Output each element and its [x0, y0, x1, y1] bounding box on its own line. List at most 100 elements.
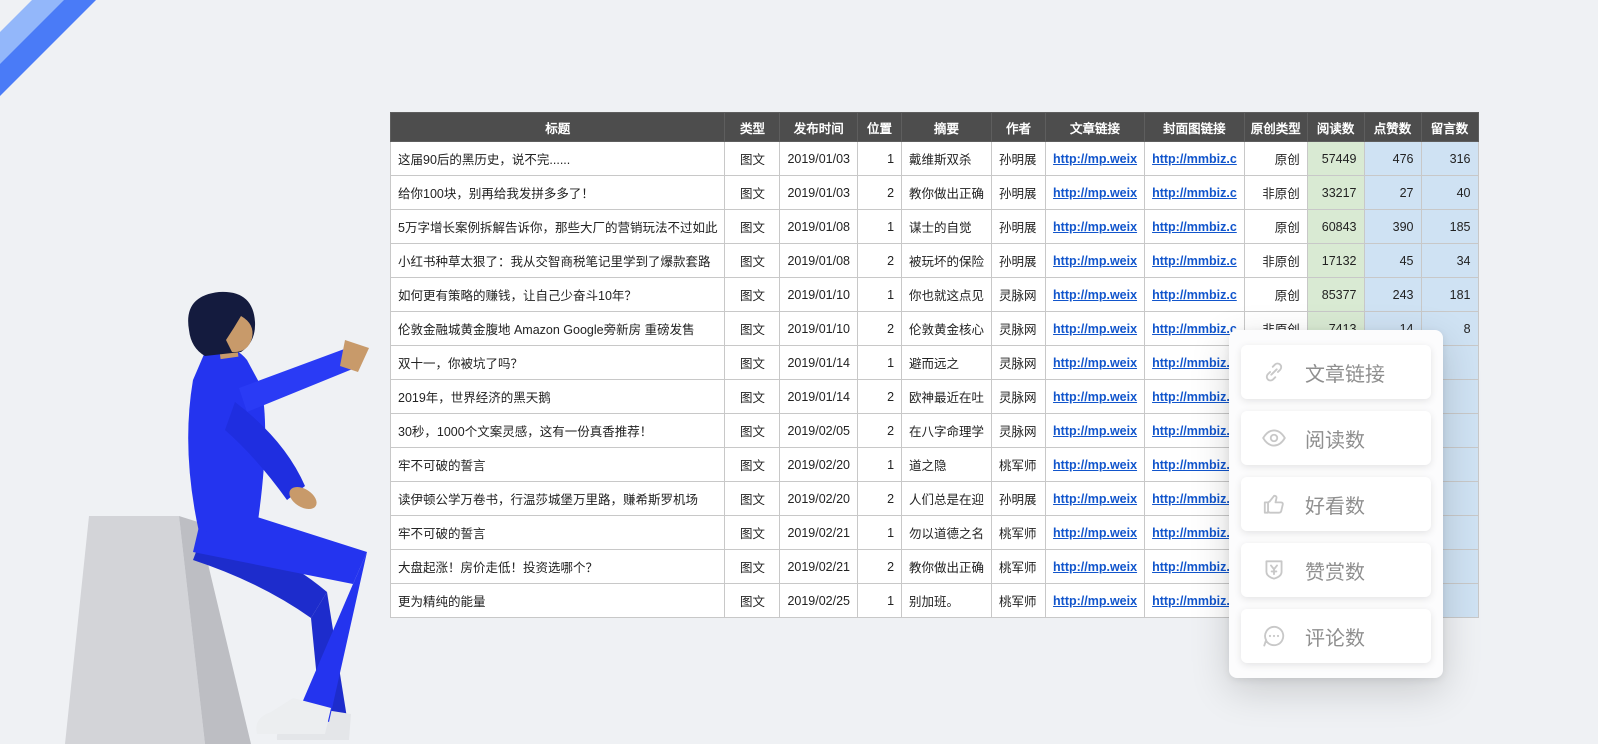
- cell-pos: 1: [858, 584, 902, 618]
- cell-summary: 道之隐: [902, 448, 992, 482]
- column-header-cover: 封面图链接: [1145, 113, 1245, 142]
- cell-pos: 2: [858, 414, 902, 448]
- cell-title: 小红书种草太狠了：我从交智商税笔记里学到了爆款套路: [391, 244, 725, 278]
- cell-link: http://mp.weix: [1046, 516, 1145, 550]
- cover-url-link[interactable]: http://mmbiz.c: [1152, 322, 1237, 336]
- cell-summary: 在八字命理学: [902, 414, 992, 448]
- cover-url-link[interactable]: http://mmbiz.c: [1152, 492, 1237, 506]
- cell-reads: 33217: [1307, 176, 1364, 210]
- article-url-link[interactable]: http://mp.weix: [1053, 560, 1137, 574]
- cell-pos: 1: [858, 448, 902, 482]
- cell-date: 2019/01/10: [780, 312, 858, 346]
- article-url-link[interactable]: http://mp.weix: [1053, 186, 1137, 200]
- cell-author: 孙明展: [992, 176, 1046, 210]
- cell-summary: 被玩坏的保险: [902, 244, 992, 278]
- cell-summary: 人们总是在迎: [902, 482, 992, 516]
- column-header-reads: 阅读数: [1307, 113, 1364, 142]
- cell-pos: 2: [858, 244, 902, 278]
- cover-url-link[interactable]: http://mmbiz.c: [1152, 458, 1237, 472]
- person-illustration: [55, 290, 400, 744]
- popup-item-label: 阅读数: [1305, 424, 1365, 453]
- cell-title: 牢不可破的誓言: [391, 516, 725, 550]
- cell-title: 伦敦金融城黄金腹地 Amazon Google旁新房 重磅发售: [391, 312, 725, 346]
- cover-url-link[interactable]: http://mmbiz.c: [1152, 254, 1237, 268]
- cell-link: http://mp.weix: [1046, 550, 1145, 584]
- cell-cover: http://mmbiz.c: [1145, 176, 1245, 210]
- article-url-link[interactable]: http://mp.weix: [1053, 492, 1137, 506]
- article-url-link[interactable]: http://mp.weix: [1053, 356, 1137, 370]
- cell-link: http://mp.weix: [1046, 210, 1145, 244]
- article-url-link[interactable]: http://mp.weix: [1053, 390, 1137, 404]
- cell-cover: http://mmbiz.c: [1145, 244, 1245, 278]
- cell-link: http://mp.weix: [1046, 176, 1145, 210]
- cell-author: 孙明展: [992, 482, 1046, 516]
- article-url-link[interactable]: http://mp.weix: [1053, 594, 1137, 608]
- table-head: 标题类型发布时间位置摘要作者文章链接封面图链接原创类型阅读数点赞数留言数: [391, 113, 1479, 142]
- cell-summary: 别加班。: [902, 584, 992, 618]
- cell-summary: 欧神最近在吐: [902, 380, 992, 414]
- popup-item-read-count[interactable]: 阅读数: [1241, 411, 1431, 465]
- cover-url-link[interactable]: http://mmbiz.c: [1152, 152, 1237, 166]
- cell-cover: http://mmbiz.c: [1145, 278, 1245, 312]
- cell-type: 图文: [725, 244, 780, 278]
- cell-title: 牢不可破的誓言: [391, 448, 725, 482]
- article-url-link[interactable]: http://mp.weix: [1053, 288, 1137, 302]
- cell-likes: 390: [1364, 210, 1421, 244]
- cell-likes: 476: [1364, 142, 1421, 176]
- cell-pos: 2: [858, 482, 902, 516]
- popup-item-article-link[interactable]: 文章链接: [1241, 345, 1431, 399]
- cell-title: 如何更有策略的赚钱，让自己少奋斗10年？: [391, 278, 725, 312]
- cell-type: 图文: [725, 142, 780, 176]
- article-url-link[interactable]: http://mp.weix: [1053, 152, 1137, 166]
- cell-author: 桃军师: [992, 550, 1046, 584]
- cover-url-link[interactable]: http://mmbiz.c: [1152, 424, 1237, 438]
- cell-author: 灵脉网: [992, 414, 1046, 448]
- cover-url-link[interactable]: http://mmbiz.c: [1152, 288, 1237, 302]
- cell-summary: 避而远之: [902, 346, 992, 380]
- cell-date: 2019/02/20: [780, 482, 858, 516]
- cell-link: http://mp.weix: [1046, 278, 1145, 312]
- article-url-link[interactable]: http://mp.weix: [1053, 254, 1137, 268]
- article-url-link[interactable]: http://mp.weix: [1053, 220, 1137, 234]
- cell-type: 图文: [725, 516, 780, 550]
- header-row: 标题类型发布时间位置摘要作者文章链接封面图链接原创类型阅读数点赞数留言数: [391, 113, 1479, 142]
- eye-icon: [1261, 425, 1287, 451]
- popup-item-like-count[interactable]: 好看数: [1241, 477, 1431, 531]
- table-row: 5万字增长案例拆解告诉你，那些大厂的营销玩法不过如此图文2019/01/081谋…: [391, 210, 1479, 244]
- popup-item-reward-count[interactable]: 赞赏数: [1241, 543, 1431, 597]
- cell-type: 图文: [725, 482, 780, 516]
- cell-date: 2019/01/03: [780, 142, 858, 176]
- cover-url-link[interactable]: http://mmbiz.c: [1152, 220, 1237, 234]
- cover-url-link[interactable]: http://mmbiz.c: [1152, 390, 1237, 404]
- cell-link: http://mp.weix: [1046, 312, 1145, 346]
- cover-url-link[interactable]: http://mmbiz.c: [1152, 560, 1237, 574]
- cell-date: 2019/01/14: [780, 346, 858, 380]
- article-url-link[interactable]: http://mp.weix: [1053, 424, 1137, 438]
- popup-item-label: 赞赏数: [1305, 556, 1365, 585]
- cell-type: 图文: [725, 550, 780, 584]
- cell-type: 图文: [725, 584, 780, 618]
- column-header-date: 发布时间: [780, 113, 858, 142]
- cell-title: 5万字增长案例拆解告诉你，那些大厂的营销玩法不过如此: [391, 210, 725, 244]
- cell-title: 读伊顿公学万卷书，行温莎城堡万里路，赚希斯罗机场: [391, 482, 725, 516]
- thumb-up-icon: [1261, 491, 1287, 517]
- cover-url-link[interactable]: http://mmbiz.c: [1152, 186, 1237, 200]
- cell-link: http://mp.weix: [1046, 414, 1145, 448]
- cell-date: 2019/01/08: [780, 244, 858, 278]
- popup-item-comment-count[interactable]: 评论数: [1241, 609, 1431, 663]
- cell-title: 双十一，你被坑了吗？: [391, 346, 725, 380]
- column-header-author: 作者: [992, 113, 1046, 142]
- cell-link: http://mp.weix: [1046, 448, 1145, 482]
- cover-url-link[interactable]: http://mmbiz.c: [1152, 356, 1237, 370]
- cell-summary: 你也就这点见: [902, 278, 992, 312]
- column-header-summary: 摘要: [902, 113, 992, 142]
- article-url-link[interactable]: http://mp.weix: [1053, 526, 1137, 540]
- article-url-link[interactable]: http://mp.weix: [1053, 322, 1137, 336]
- cell-date: 2019/01/08: [780, 210, 858, 244]
- article-url-link[interactable]: http://mp.weix: [1053, 458, 1137, 472]
- cell-reads: 60843: [1307, 210, 1364, 244]
- cover-url-link[interactable]: http://mmbiz.c: [1152, 594, 1237, 608]
- cell-pos: 1: [858, 278, 902, 312]
- cover-url-link[interactable]: http://mmbiz.c: [1152, 526, 1237, 540]
- cell-author: 桃军师: [992, 584, 1046, 618]
